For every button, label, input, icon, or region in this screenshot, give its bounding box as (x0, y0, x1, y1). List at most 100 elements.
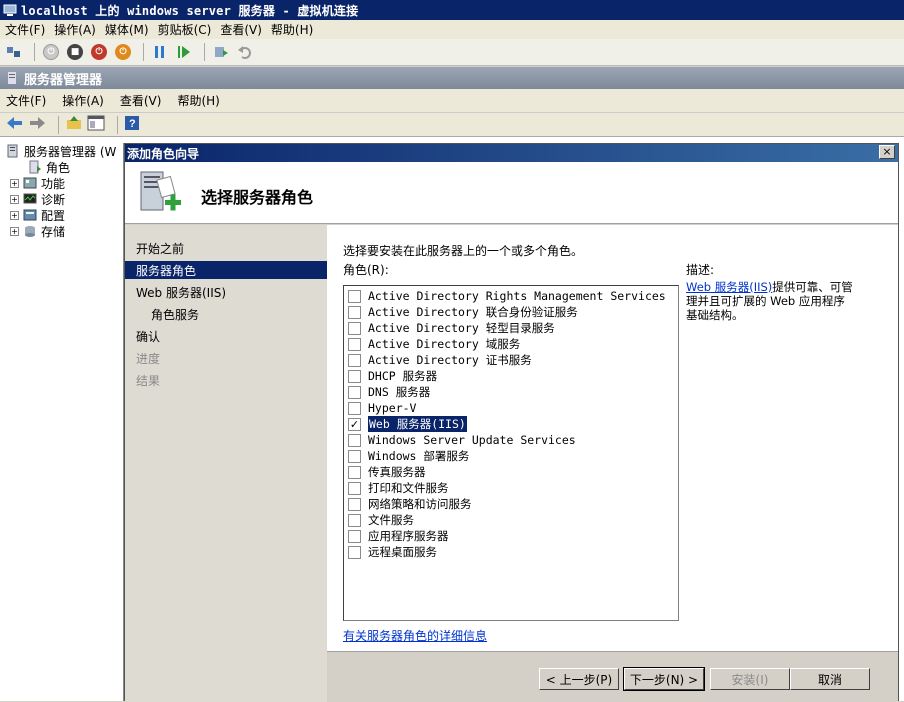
wizard-title: 添加角色向导 (127, 146, 200, 161)
tree-item-roles[interactable]: 角色 (28, 159, 70, 175)
tree-item-features[interactable]: + 功能 (10, 175, 65, 191)
features-icon (23, 176, 37, 190)
forward-arrow-icon[interactable] (28, 115, 46, 134)
vm-menu-help[interactable]: 帮助(H) (271, 21, 313, 38)
role-item[interactable]: ✓ Web 服务器(IIS) (348, 416, 467, 432)
role-item[interactable]: Hyper-V (348, 400, 416, 416)
expand-icon[interactable]: + (10, 194, 19, 204)
role-item[interactable]: DHCP 服务器 (348, 368, 437, 384)
roles-label: 角色(R): (343, 263, 389, 277)
back-arrow-icon[interactable] (6, 115, 24, 134)
ctrl-alt-del-icon[interactable] (4, 42, 24, 62)
show-hide-tree-icon[interactable] (87, 115, 105, 134)
pause-icon[interactable] (150, 42, 170, 62)
tree-item-diagnostics[interactable]: + 诊断 (10, 191, 65, 207)
step-before-you-begin[interactable]: 开始之前 (136, 239, 184, 257)
tree-item-storage[interactable]: + 存储 (10, 223, 65, 239)
role-label: Windows Server Update Services (368, 433, 576, 447)
save-state-icon[interactable]: ⏻ (113, 42, 133, 62)
role-checkbox[interactable] (348, 545, 361, 559)
shutdown-icon[interactable]: ⏻ (89, 42, 109, 62)
role-item[interactable]: Windows 部署服务 (348, 448, 469, 464)
role-item[interactable]: 应用程序服务器 (348, 528, 449, 544)
resume-icon[interactable] (174, 42, 194, 62)
expand-icon[interactable]: + (10, 226, 19, 236)
vm-menu-clipboard[interactable]: 剪贴板(C) (158, 21, 212, 38)
more-info-link[interactable]: 有关服务器角色的详细信息 (343, 627, 487, 644)
roles-list[interactable]: Active Directory Rights Management Servi… (343, 285, 679, 621)
expand-icon[interactable]: + (10, 210, 19, 220)
role-checkbox[interactable] (348, 305, 361, 319)
cancel-button[interactable]: 取消 (790, 668, 870, 690)
role-checkbox[interactable] (348, 321, 361, 335)
sm-menu-help[interactable]: 帮助(H) (177, 92, 219, 109)
server-manager-menu-bar: 文件(F) 操作(A) 查看(V) 帮助(H) (0, 89, 904, 113)
role-item[interactable]: 传真服务器 (348, 464, 426, 480)
close-button[interactable]: × (879, 145, 895, 159)
step-server-roles[interactable]: 服务器角色 (125, 261, 327, 279)
role-checkbox[interactable] (348, 385, 361, 399)
turn-off-icon[interactable]: ■ (65, 42, 85, 62)
role-item[interactable]: DNS 服务器 (348, 384, 430, 400)
step-role-services[interactable]: 角色服务 (151, 305, 199, 323)
tree-root[interactable]: 服务器管理器 (W (6, 143, 116, 159)
role-item[interactable]: 文件服务 (348, 512, 414, 528)
server-manager-title-bar: 服务器管理器 (0, 67, 904, 89)
description-label: 描述: (686, 263, 715, 277)
role-checkbox[interactable] (348, 513, 361, 527)
vm-menu-view[interactable]: 查看(V) (220, 21, 262, 38)
role-checkbox[interactable] (348, 481, 361, 495)
toolbar-separator (204, 43, 205, 61)
role-checkbox[interactable] (348, 465, 361, 479)
instruction-text: 选择要安装在此服务器上的一个或多个角色。 (343, 244, 584, 258)
vm-menu-media[interactable]: 媒体(M) (105, 21, 149, 38)
snapshot-icon[interactable] (211, 42, 231, 62)
role-checkbox[interactable] (348, 433, 361, 447)
sm-menu-file[interactable]: 文件(F) (6, 92, 46, 109)
role-item[interactable]: 远程桌面服务 (348, 544, 437, 560)
role-checkbox[interactable] (348, 353, 361, 367)
role-checkbox[interactable] (348, 497, 361, 511)
role-item[interactable]: 网络策略和访问服务 (348, 496, 472, 512)
toolbar-separator (117, 115, 118, 134)
server-manager-title: 服务器管理器 (24, 72, 103, 88)
role-label: DHCP 服务器 (368, 369, 438, 383)
expand-icon[interactable]: + (10, 178, 19, 188)
vm-menu-action[interactable]: 操作(A) (54, 21, 96, 38)
start-icon[interactable]: ⏻ (41, 42, 61, 62)
vm-menu-file[interactable]: 文件(F) (5, 21, 45, 38)
role-checkbox[interactable] (348, 289, 361, 303)
role-checkbox[interactable] (348, 369, 361, 383)
role-item[interactable]: 打印和文件服务 (348, 480, 449, 496)
role-checkbox[interactable] (348, 401, 361, 415)
role-item[interactable]: Active Directory Rights Management Servi… (348, 288, 666, 304)
tree-item-configuration[interactable]: + 配置 (10, 207, 65, 223)
role-checkbox-checked[interactable]: ✓ (348, 417, 361, 431)
wizard-footer: < 上一步(P) 下一步(N) > 安装(I) 取消 (327, 651, 898, 702)
role-item[interactable]: Active Directory 域服务 (348, 336, 520, 352)
step-confirmation[interactable]: 确认 (136, 327, 160, 345)
role-checkbox[interactable] (348, 529, 361, 543)
up-folder-icon[interactable] (65, 115, 83, 134)
next-button[interactable]: 下一步(N) > (623, 667, 705, 691)
back-button[interactable]: < 上一步(P) (539, 668, 619, 690)
server-manager-toolbar: ? (0, 113, 904, 137)
step-web-server-iis[interactable]: Web 服务器(IIS) (136, 283, 226, 301)
role-item[interactable]: Active Directory 联合身份验证服务 (348, 304, 578, 320)
role-item[interactable]: Active Directory 轻型目录服务 (348, 320, 555, 336)
sm-menu-action[interactable]: 操作(A) (62, 92, 104, 109)
storage-icon (23, 224, 37, 238)
role-label: 文件服务 (368, 513, 414, 527)
role-checkbox[interactable] (348, 449, 361, 463)
sm-menu-view[interactable]: 查看(V) (120, 92, 162, 109)
role-label: Active Directory 联合身份验证服务 (368, 305, 578, 319)
role-label: Active Directory 证书服务 (368, 353, 532, 367)
role-item[interactable]: Active Directory 证书服务 (348, 352, 532, 368)
role-item[interactable]: Windows Server Update Services (348, 432, 576, 448)
revert-icon[interactable] (235, 42, 255, 62)
role-label: Active Directory 域服务 (368, 337, 521, 351)
help-icon[interactable]: ? (124, 115, 140, 134)
description-link[interactable]: Web 服务器(IIS) (686, 280, 772, 294)
vm-window-title: localhost 上的 windows server 服务器 - 虚拟机连接 (21, 3, 359, 18)
role-checkbox[interactable] (348, 337, 361, 351)
